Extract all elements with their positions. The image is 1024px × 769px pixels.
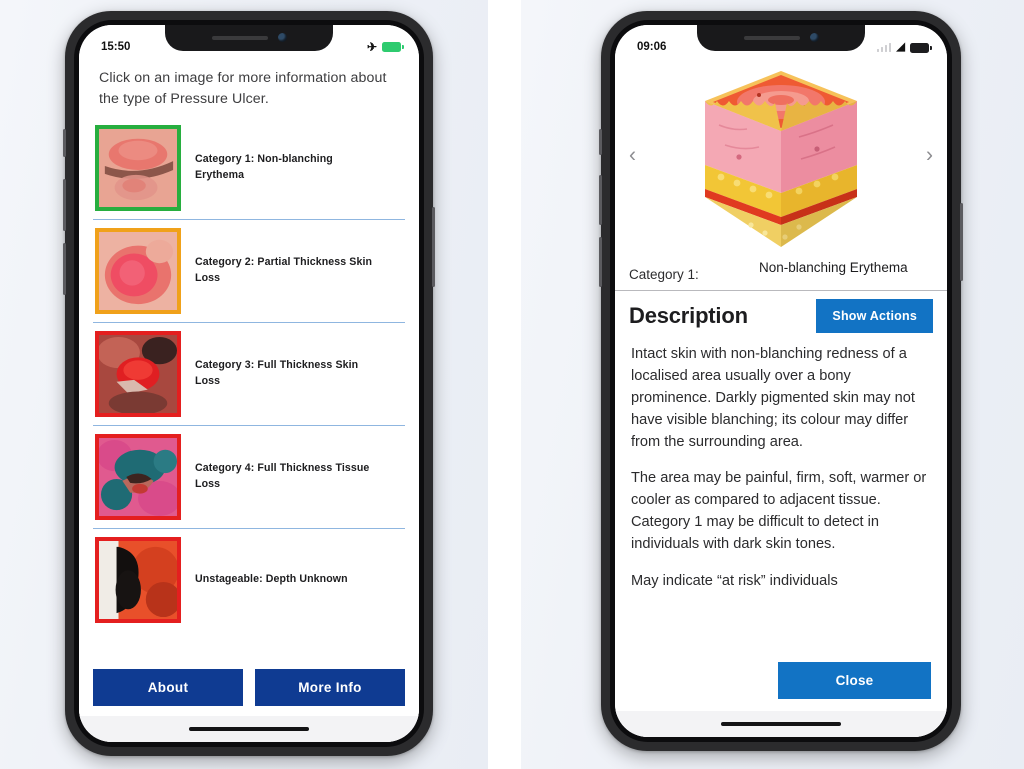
panel-left: 15:50 ✈ Click on an image for more infor… <box>0 0 488 769</box>
panel-right: 09:06 ◢ ‹ › Category 1: Non-blanching Er… <box>521 0 1024 769</box>
ulcer-detail-screen: ‹ › Category 1: Non-blanching Erythema D… <box>615 55 947 737</box>
phone-device-left: 15:50 ✈ Click on an image for more infor… <box>63 11 435 756</box>
description-paragraph-3: May indicate “at risk” individuals <box>631 573 838 590</box>
home-indicator[interactable] <box>189 726 309 732</box>
front-camera-icon <box>809 33 819 42</box>
notch <box>165 25 333 51</box>
earpiece-speaker-icon <box>743 35 800 40</box>
list-item-label: Unstageable: Depth Unknown <box>195 573 348 586</box>
description-bar: Description Show Actions <box>615 291 947 342</box>
thumbnail-unstageable[interactable] <box>95 537 181 624</box>
front-camera-icon <box>277 33 287 42</box>
image-carousel: ‹ › <box>615 55 947 255</box>
bottom-button-row: About More Info <box>79 667 419 716</box>
list-item[interactable]: Category 2: Partial Thickness Skin Loss <box>93 220 405 324</box>
mute-switch[interactable] <box>599 129 602 155</box>
airplane-icon: ✈ <box>366 40 377 54</box>
ulcer-list: Category 1: Non-blanching Erythema Categ… <box>79 117 419 667</box>
close-button[interactable]: Close <box>778 662 931 699</box>
status-icons: ◢ <box>876 41 932 53</box>
list-item-label: Category 3: Full Thickness Skin Loss <box>195 359 359 388</box>
description-body: Intact skin with non-blanching redness o… <box>615 342 947 658</box>
unstageable-image <box>99 541 181 620</box>
list-item[interactable]: Unstageable: Depth Unknown <box>93 529 405 631</box>
list-item[interactable]: Category 1: Non-blanching Erythema <box>93 117 405 221</box>
category-value-label: Non-blanching Erythema <box>759 260 908 275</box>
thumbnail-category-1[interactable] <box>95 125 181 212</box>
carousel-next-arrow-icon[interactable]: › <box>918 139 941 172</box>
volume-up-button[interactable] <box>599 175 602 225</box>
category-header: Category 1: Non-blanching Erythema <box>615 255 947 291</box>
ulcer-list-screen: Click on an image for more information a… <box>79 55 419 742</box>
category-3-image <box>97 335 177 416</box>
earpiece-speaker-icon <box>211 35 268 40</box>
more-info-button[interactable]: More Info <box>255 669 405 706</box>
notch <box>697 25 865 51</box>
list-item-label: Category 1: Non-blanching Erythema <box>195 153 333 182</box>
thumbnail-category-2[interactable] <box>95 228 181 315</box>
skin-cross-section-diagram <box>705 71 857 247</box>
status-time: 09:06 <box>637 41 667 53</box>
wifi-icon: ◢ <box>896 41 905 53</box>
status-time: 15:50 <box>101 41 131 53</box>
category-4-image <box>97 438 181 517</box>
description-paragraph-1: Intact skin with non-blanching redness o… <box>631 346 915 450</box>
screenshot-stage: 15:50 ✈ Click on an image for more infor… <box>0 0 1024 769</box>
list-item-label: Category 2: Partial Thickness Skin Loss <box>195 256 373 285</box>
home-indicator[interactable] <box>721 721 841 727</box>
thumbnail-category-3[interactable] <box>95 331 181 418</box>
mute-switch[interactable] <box>63 129 66 157</box>
list-item[interactable]: Category 4: Full Thickness Tissue Loss <box>93 426 405 530</box>
category-key-label: Category 1: <box>629 267 699 282</box>
phone-device-right: 09:06 ◢ ‹ › Category 1: Non-blanching Er… <box>599 11 963 751</box>
battery-icon <box>910 42 932 53</box>
close-button-row: Close <box>615 658 947 711</box>
home-indicator-area <box>615 711 947 737</box>
battery-full-icon <box>382 42 404 52</box>
show-actions-button[interactable]: Show Actions <box>816 299 933 333</box>
category-2-image <box>99 232 177 311</box>
thumbnail-category-4[interactable] <box>95 434 181 521</box>
home-indicator-area <box>79 716 419 742</box>
list-item[interactable]: Category 3: Full Thickness Skin Loss <box>93 323 405 427</box>
phone-screen-right: 09:06 ◢ ‹ › Category 1: Non-blanching Er… <box>615 25 947 737</box>
power-button[interactable] <box>432 207 435 287</box>
list-item-label: Category 4: Full Thickness Tissue Loss <box>195 462 370 491</box>
signal-bars-icon <box>876 43 892 52</box>
carousel-prev-arrow-icon[interactable]: ‹ <box>621 139 644 172</box>
category-1-image <box>99 129 177 208</box>
volume-down-button[interactable] <box>599 237 602 287</box>
description-title: Description <box>629 303 748 328</box>
volume-up-button[interactable] <box>63 179 66 231</box>
volume-down-button[interactable] <box>63 243 66 295</box>
about-button[interactable]: About <box>93 669 243 706</box>
intro-text: Click on an image for more information a… <box>99 70 387 107</box>
description-paragraph-2: The area may be painful, firm, soft, war… <box>631 470 927 553</box>
status-icons: ✈ <box>366 40 404 54</box>
power-button[interactable] <box>960 203 963 281</box>
phone-screen-left: 15:50 ✈ Click on an image for more infor… <box>79 25 419 742</box>
